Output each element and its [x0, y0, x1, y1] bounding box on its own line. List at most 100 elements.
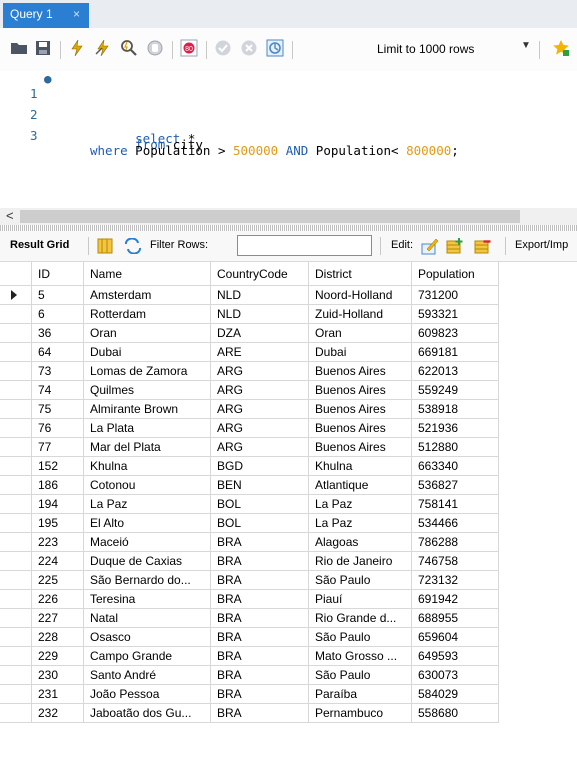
row-marker[interactable]: [0, 533, 32, 552]
table-cell[interactable]: Mar del Plata: [84, 438, 211, 457]
table-row[interactable]: 64 Dubai ARE Dubai 669181: [0, 343, 510, 362]
table-cell[interactable]: Mato Grosso ...: [309, 647, 412, 666]
table-cell[interactable]: 622013: [412, 362, 499, 381]
table-cell[interactable]: BRA: [211, 628, 309, 647]
column-header-countrycode[interactable]: CountryCode: [211, 262, 309, 286]
table-cell[interactable]: BEN: [211, 476, 309, 495]
table-cell[interactable]: ARG: [211, 400, 309, 419]
column-header-name[interactable]: Name: [84, 262, 211, 286]
table-cell[interactable]: ARG: [211, 381, 309, 400]
refresh-icon[interactable]: [124, 238, 142, 254]
tab-query-1[interactable]: Query 1 ×: [3, 3, 89, 28]
table-cell[interactable]: Campo Grande: [84, 647, 211, 666]
table-cell[interactable]: 723132: [412, 571, 499, 590]
explain-icon[interactable]: [120, 39, 138, 57]
table-cell[interactable]: 584029: [412, 685, 499, 704]
table-cell[interactable]: Quilmes: [84, 381, 211, 400]
table-cell[interactable]: Lomas de Zamora: [84, 362, 211, 381]
delete-row-icon[interactable]: [474, 237, 492, 255]
table-cell[interactable]: Cotonou: [84, 476, 211, 495]
table-cell[interactable]: 691942: [412, 590, 499, 609]
table-cell[interactable]: Buenos Aires: [309, 438, 412, 457]
table-cell[interactable]: Duque de Caxias: [84, 552, 211, 571]
folder-open-icon[interactable]: [10, 39, 28, 57]
table-cell[interactable]: 77: [32, 438, 84, 457]
table-cell[interactable]: NLD: [211, 305, 309, 324]
table-cell[interactable]: La Paz: [309, 495, 412, 514]
row-marker[interactable]: [0, 628, 32, 647]
table-cell[interactable]: Santo André: [84, 666, 211, 685]
export-import-button[interactable]: Export/Imp: [515, 239, 568, 251]
table-cell[interactable]: ARG: [211, 438, 309, 457]
table-cell[interactable]: 76: [32, 419, 84, 438]
table-cell[interactable]: BOL: [211, 514, 309, 533]
table-cell[interactable]: 232: [32, 704, 84, 723]
table-row[interactable]: 227 Natal BRA Rio Grande d... 688955: [0, 609, 510, 628]
table-cell[interactable]: BOL: [211, 495, 309, 514]
table-cell[interactable]: Oran: [309, 324, 412, 343]
table-cell[interactable]: Oran: [84, 324, 211, 343]
table-cell[interactable]: Noord-Holland: [309, 286, 412, 305]
row-marker[interactable]: [0, 362, 32, 381]
table-cell[interactable]: BRA: [211, 533, 309, 552]
table-cell[interactable]: La Paz: [84, 495, 211, 514]
beautify-icon[interactable]: [552, 39, 570, 57]
table-cell[interactable]: BRA: [211, 647, 309, 666]
table-row[interactable]: 226 Teresina BRA Piauí 691942: [0, 590, 510, 609]
chevron-down-icon[interactable]: ▼: [521, 40, 531, 51]
table-cell[interactable]: 74: [32, 381, 84, 400]
row-marker[interactable]: [0, 305, 32, 324]
table-row[interactable]: 224 Duque de Caxias BRA Rio de Janeiro 74675…: [0, 552, 510, 571]
table-cell[interactable]: 536827: [412, 476, 499, 495]
table-cell[interactable]: 223: [32, 533, 84, 552]
table-cell[interactable]: Buenos Aires: [309, 400, 412, 419]
table-cell[interactable]: NLD: [211, 286, 309, 305]
sql-editor[interactable]: 1 ● select * 2 from city 3 where Populat…: [0, 71, 577, 207]
table-cell[interactable]: DZA: [211, 324, 309, 343]
row-marker[interactable]: [0, 571, 32, 590]
table-cell[interactable]: Atlantique: [309, 476, 412, 495]
column-header-district[interactable]: District: [309, 262, 412, 286]
table-cell[interactable]: 512880: [412, 438, 499, 457]
execute-current-icon[interactable]: [94, 39, 112, 57]
table-cell[interactable]: BRA: [211, 685, 309, 704]
table-cell[interactable]: Osasco: [84, 628, 211, 647]
scroll-left-icon[interactable]: <: [6, 208, 14, 223]
row-marker[interactable]: [0, 704, 32, 723]
filter-rows-input[interactable]: [237, 235, 372, 256]
table-cell[interactable]: BRA: [211, 552, 309, 571]
row-marker[interactable]: [0, 609, 32, 628]
table-cell[interactable]: 688955: [412, 609, 499, 628]
row-marker[interactable]: [0, 495, 32, 514]
table-cell[interactable]: Rotterdam: [84, 305, 211, 324]
row-marker[interactable]: [0, 590, 32, 609]
editor-horizontal-scrollbar[interactable]: <: [0, 208, 577, 225]
table-row[interactable]: 76 La Plata ARG Buenos Aires 521936: [0, 419, 510, 438]
table-row[interactable]: 73 Lomas de Zamora ARG Buenos Aires 622013: [0, 362, 510, 381]
table-cell[interactable]: Natal: [84, 609, 211, 628]
table-cell[interactable]: BRA: [211, 666, 309, 685]
table-row[interactable]: 223 Maceió BRA Alagoas 786288: [0, 533, 510, 552]
result-grid-button[interactable]: Result Grid: [10, 239, 69, 251]
table-cell[interactable]: 669181: [412, 343, 499, 362]
table-cell[interactable]: Buenos Aires: [309, 419, 412, 438]
table-cell[interactable]: 75: [32, 400, 84, 419]
autocommit-icon[interactable]: [266, 39, 284, 57]
table-cell[interactable]: ARG: [211, 362, 309, 381]
rollback-icon[interactable]: [240, 39, 258, 57]
table-cell[interactable]: Pernambuco: [309, 704, 412, 723]
table-cell[interactable]: ARE: [211, 343, 309, 362]
table-cell[interactable]: 225: [32, 571, 84, 590]
table-row[interactable]: 231 João Pessoa BRA Paraíba 584029: [0, 685, 510, 704]
table-cell[interactable]: 152: [32, 457, 84, 476]
table-cell[interactable]: Dubai: [309, 343, 412, 362]
save-icon[interactable]: [34, 39, 52, 57]
table-cell[interactable]: Paraíba: [309, 685, 412, 704]
edit-row-icon[interactable]: [421, 237, 439, 255]
table-cell[interactable]: São Paulo: [309, 628, 412, 647]
table-cell[interactable]: La Paz: [309, 514, 412, 533]
row-marker[interactable]: [0, 666, 32, 685]
table-cell[interactable]: 538918: [412, 400, 499, 419]
add-row-icon[interactable]: [446, 237, 464, 255]
table-cell[interactable]: El Alto: [84, 514, 211, 533]
